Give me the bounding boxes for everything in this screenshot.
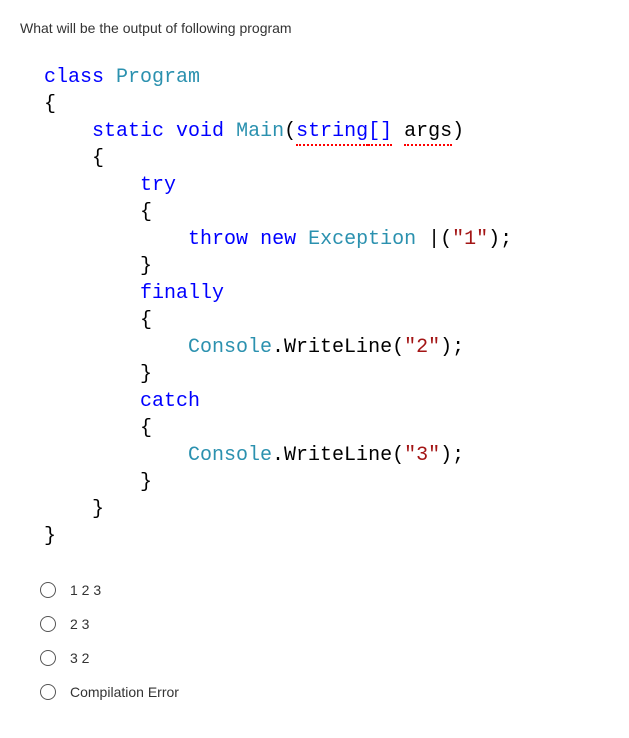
args: args [404,120,452,146]
class-console: Console [188,444,272,467]
option-4[interactable]: Compilation Error [40,684,609,700]
string-literal: "2" [404,336,440,359]
class-name: Program [116,66,200,89]
keyword-string: string [296,120,368,146]
radio-icon [40,616,56,632]
string-literal: "3" [404,444,440,467]
question-title: What will be the output of following pro… [20,20,609,36]
option-3[interactable]: 3 2 [40,650,609,666]
brackets: [] [368,120,392,146]
method-main: Main [236,120,284,143]
keyword-new: new [260,228,296,251]
keyword-catch: catch [140,390,200,413]
brace: } [140,363,152,386]
radio-icon [40,582,56,598]
paren-close: ); [440,444,464,467]
method-call: .WriteLine( [272,336,404,359]
keyword-finally: finally [140,282,224,305]
option-label: 2 3 [70,616,89,632]
method-call: .WriteLine( [272,444,404,467]
brace: { [140,309,152,332]
radio-icon [40,684,56,700]
keyword-try: try [140,174,176,197]
paren-close: ); [488,228,512,251]
radio-icon [40,650,56,666]
brace: { [92,147,104,170]
code-block: class Program { static void Main(string[… [44,64,609,550]
option-1[interactable]: 1 2 3 [40,582,609,598]
option-label: Compilation Error [70,684,179,700]
option-2[interactable]: 2 3 [40,616,609,632]
brace: { [140,201,152,224]
string-literal: "1" [452,228,488,251]
brace: } [140,255,152,278]
brace: } [140,471,152,494]
option-label: 3 2 [70,650,89,666]
brace: } [92,498,104,521]
brace: } [44,525,56,548]
keyword-throw: throw [188,228,248,251]
class-exception: Exception [308,228,416,251]
paren-close: ); [440,336,464,359]
paren: ) [452,120,464,143]
keyword-class: class [44,66,104,89]
brace: { [140,417,152,440]
paren: ( [284,120,296,143]
option-label: 1 2 3 [70,582,101,598]
keyword-static: static [92,120,164,143]
brace: { [44,93,56,116]
keyword-void: void [176,120,224,143]
options-group: 1 2 3 2 3 3 2 Compilation Error [40,582,609,700]
class-console: Console [188,336,272,359]
